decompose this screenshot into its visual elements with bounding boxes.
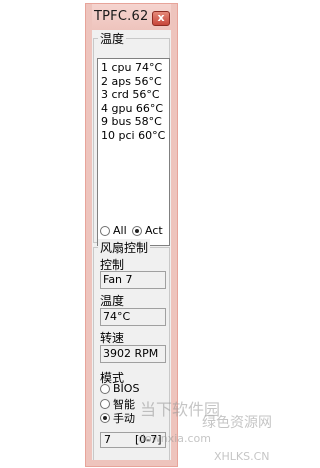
window-title: TPFC.62 [94, 9, 149, 24]
radio-all[interactable]: All [100, 224, 127, 237]
temperature-group: 温度 1 cpu 74°C 2 aps 56°C 3 crd 56°C 4 gp… [93, 30, 170, 246]
list-item[interactable]: 9 bus 58°C [101, 115, 166, 129]
radio-manual-label: 手动 [113, 412, 135, 425]
radio-manual[interactable]: 手动 [100, 410, 135, 426]
close-icon: x [157, 11, 165, 24]
temp-field: 74°C [100, 308, 166, 326]
level-value: 7 [104, 433, 111, 446]
close-button[interactable]: x [152, 11, 170, 26]
fan-control-group-title: 风扇控制 [98, 239, 151, 256]
list-item[interactable]: 4 gpu 66°C [101, 102, 166, 116]
radio-bios-circle[interactable] [100, 383, 110, 394]
radio-manual-circle[interactable] [100, 413, 110, 423]
title-bar[interactable]: TPFC.62 x [86, 4, 177, 30]
control-field[interactable]: Fan 7 [100, 271, 166, 289]
list-item[interactable]: 10 pci 60°C [101, 129, 166, 143]
watermark-line4: XHLKS.CN [214, 450, 270, 463]
speed-field: 3902 RPM [100, 345, 166, 363]
sensor-list[interactable]: 1 cpu 74°C 2 aps 56°C 3 crd 56°C 4 gpu 6… [97, 58, 170, 246]
client-area: 温度 1 cpu 74°C 2 aps 56°C 3 crd 56°C 4 gp… [92, 30, 171, 462]
radio-all-label: All [113, 224, 127, 237]
watermark-line2: 绿色资源网 [202, 415, 272, 431]
level-range: [0-7] [135, 433, 162, 446]
radio-all-circle[interactable] [100, 225, 110, 236]
list-item[interactable]: 2 aps 56°C [101, 75, 166, 89]
radio-act-label: Act [145, 224, 163, 237]
radio-bios-label: BIOS [113, 382, 140, 395]
speed-label: 转速 [100, 331, 125, 345]
temperature-group-title: 温度 [98, 30, 127, 47]
radio-act[interactable]: Act [132, 224, 163, 237]
radio-smart-circle[interactable] [100, 399, 110, 409]
list-item[interactable]: 1 cpu 74°C [101, 61, 166, 75]
level-field[interactable]: 7 [0-7] [100, 432, 166, 448]
list-item[interactable]: 3 crd 56°C [101, 88, 166, 102]
temp-label: 温度 [100, 294, 125, 308]
radio-bios[interactable]: BIOS [100, 382, 139, 395]
app-window: TPFC.62 x 温度 1 cpu 74°C 2 aps 56°C 3 crd… [85, 3, 178, 467]
radio-act-circle[interactable] [132, 225, 142, 236]
